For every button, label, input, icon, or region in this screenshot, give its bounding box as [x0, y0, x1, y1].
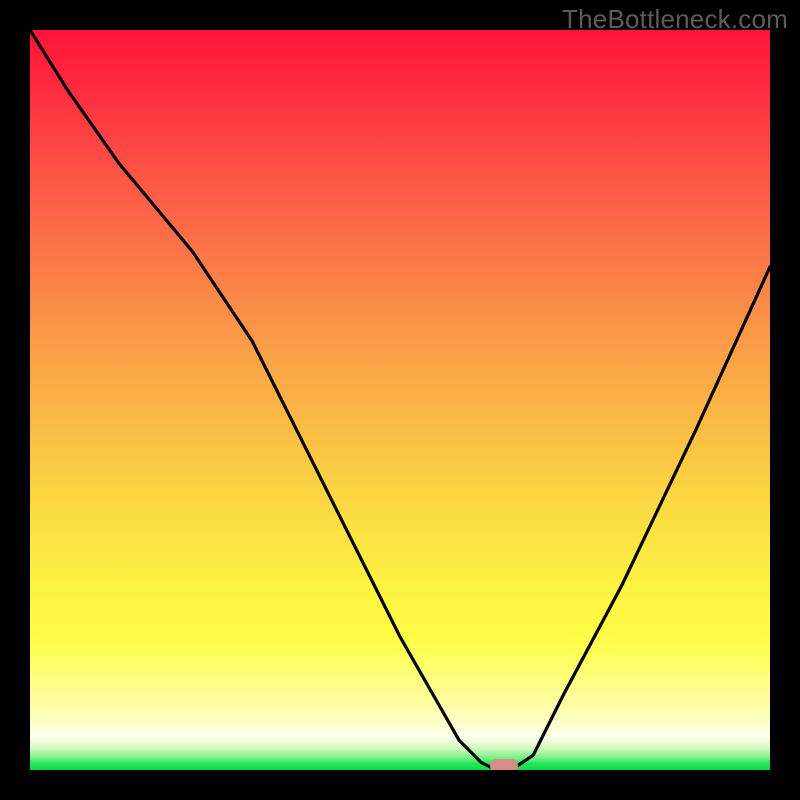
plot-area: [30, 30, 770, 770]
bottleneck-curve: [30, 30, 770, 770]
optimal-marker: [490, 759, 518, 770]
curve-svg: [30, 30, 770, 770]
chart-frame: TheBottleneck.com: [0, 0, 800, 800]
watermark-text: TheBottleneck.com: [562, 4, 788, 35]
